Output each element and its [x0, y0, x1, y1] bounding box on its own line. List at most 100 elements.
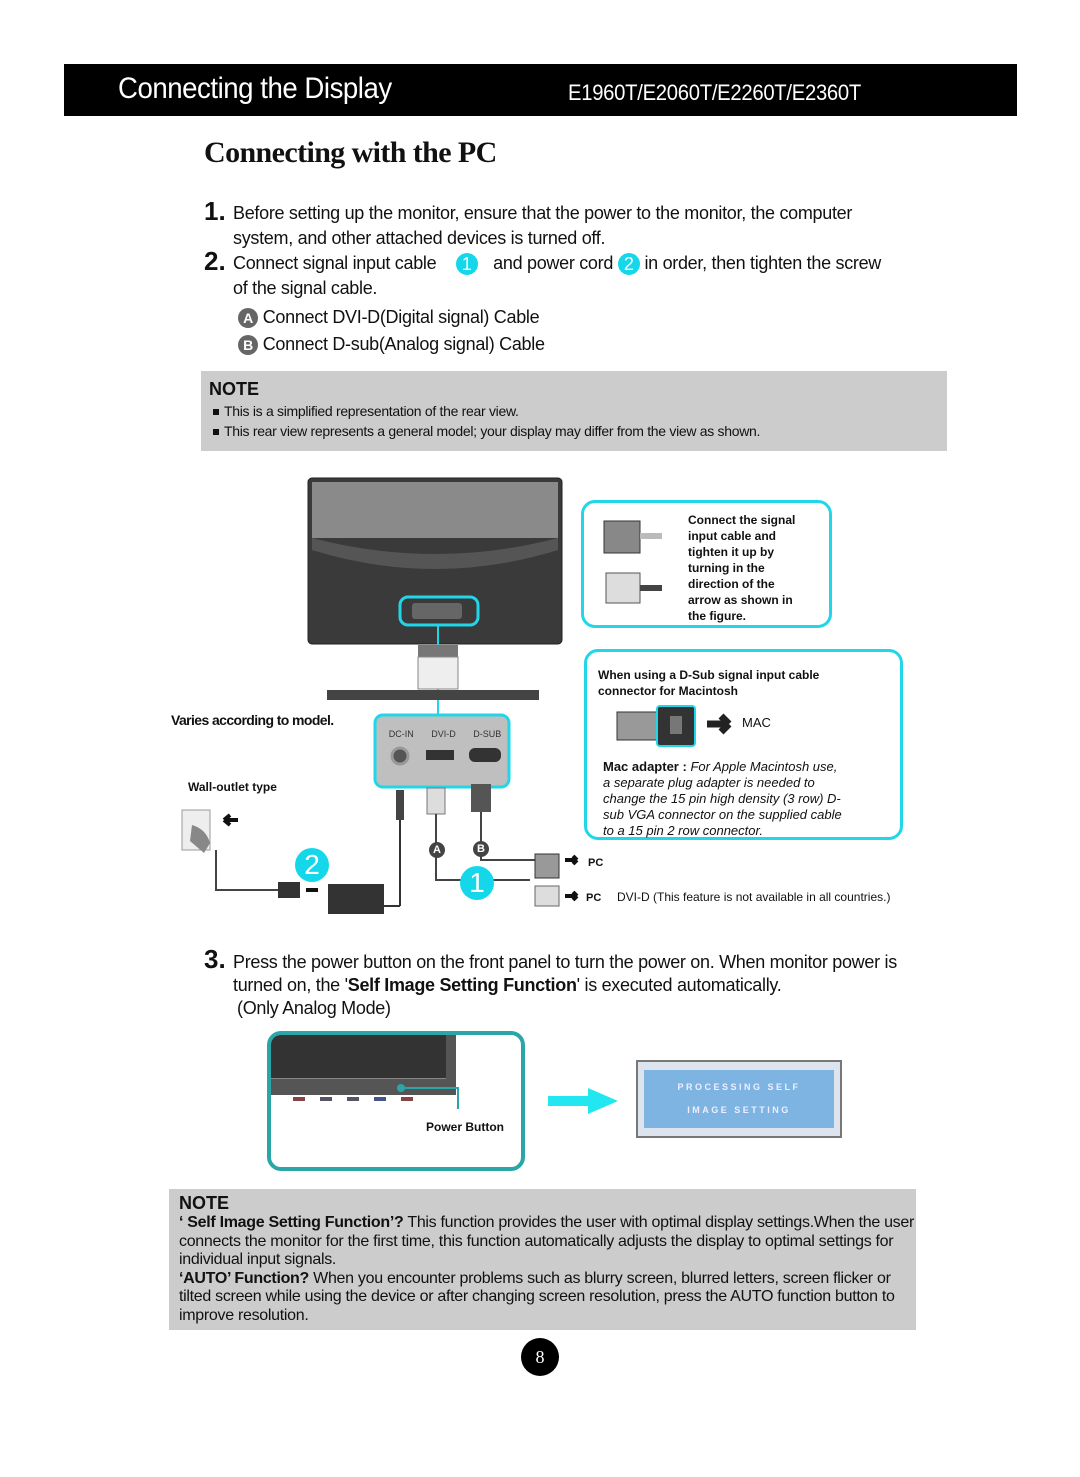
model-numbers: E1960T/E2060T/E2260T/E2360T — [568, 80, 861, 105]
arrow-right-icon — [565, 890, 579, 902]
connector-icon — [605, 572, 641, 604]
sub-item-b: B Connect D-sub(Analog signal) Cable — [238, 334, 545, 356]
monitor-screen — [271, 1035, 446, 1079]
port-cluster — [412, 603, 462, 619]
step-2-text-a: Connect signal input cable — [233, 253, 437, 273]
wall-outlet-label: Wall-outlet type — [188, 780, 277, 794]
note-heading: NOTE — [209, 379, 260, 399]
step-number: 2. — [204, 246, 226, 276]
step-3-text: turned on, the ' — [233, 975, 348, 995]
auto-function-term: ‘AUTO’ Function? — [179, 1269, 310, 1287]
connector-icon — [603, 520, 641, 554]
front-buttons — [293, 1097, 413, 1101]
note-item: This is a simplified representation of t… — [213, 403, 519, 419]
mac-adapter-line: For Apple Macintosh use, — [690, 759, 838, 774]
step-number: 1. — [204, 196, 226, 226]
mac-adapter-line: to a 15 pin 2 row connector. — [603, 823, 763, 838]
step-3-line-3: (Only Analog Mode) — [237, 998, 391, 1018]
dsub-plug — [471, 784, 491, 812]
step-2-text-c: in order, then tighten the screw — [644, 253, 881, 273]
badge-a-icon: A — [429, 842, 445, 858]
power-cord — [215, 850, 278, 891]
power-button-label: Power Button — [426, 1120, 504, 1134]
varies-label: Varies according to model. — [171, 712, 334, 728]
note-box-functions: NOTE ‘ Self Image Setting Function’? Thi… — [169, 1189, 916, 1330]
step-3-text: ' is executed automatically. — [576, 975, 782, 995]
badge-1-icon: 1 — [460, 866, 494, 900]
osd-line: IMAGE SETTING — [687, 1105, 791, 1115]
dsub-connector-icon — [616, 711, 658, 741]
pc-label-dvi: PC — [586, 892, 602, 904]
note-item: This rear view represents a general mode… — [213, 423, 760, 439]
callout-line-text: input cable and — [688, 529, 777, 543]
mac-adapter-label: Mac adapter : — [603, 759, 687, 774]
callout-line-text: the figure. — [688, 609, 747, 623]
mac-adapter-line: change the 15 pin high density (3 row) D… — [603, 791, 841, 806]
step-1-line-2: system, and other attached devices is tu… — [233, 228, 606, 248]
power-button-icon[interactable] — [397, 1084, 405, 1092]
tighten-instructions: Connect the signal input cable and tight… — [688, 512, 795, 624]
mac-heading-line: When using a D-Sub signal input cable — [598, 668, 820, 682]
section-title: Connecting with the PC — [204, 136, 497, 169]
connector-screw-illustration — [603, 520, 662, 604]
note-box-rear-view: NOTE This is a simplified representation… — [201, 371, 947, 451]
step-3-line-2: turned on, the 'Self Image Setting Funct… — [233, 975, 782, 996]
mac-adapter-line: a separate plug adapter is needed to — [603, 775, 815, 790]
callout-line-text: direction of the — [688, 577, 775, 591]
page-number: 8 — [521, 1338, 559, 1376]
power-cord-plug — [278, 882, 300, 898]
stand-neck — [418, 645, 458, 657]
dvi-availability-note: DVI-D (This feature is not available in … — [617, 890, 891, 904]
port-labels: DC-IN DVI-D D-SUB — [380, 729, 510, 739]
callout-line-text: tighten it up by — [688, 545, 774, 559]
monitor-back-top — [312, 482, 558, 538]
port-label-dc-in: DC-IN — [388, 729, 414, 739]
bullet-icon — [213, 429, 219, 436]
note-heading: NOTE — [179, 1193, 230, 1213]
osd-message-window: PROCESSING SELF IMAGE SETTING — [636, 1060, 842, 1138]
sub-item-a: A Connect DVI-D(Digital signal) Cable — [238, 307, 540, 329]
mac-adapter-callout: When using a D-Sub signal input cable co… — [584, 649, 903, 840]
badge-1-icon: 1 — [455, 253, 478, 276]
port-label-dvi-d: DVI-D — [431, 729, 456, 739]
mac-heading-line: connector for Macintosh — [598, 684, 739, 698]
pc-label-dsub: PC — [588, 857, 604, 869]
arrow-right-icon — [565, 854, 579, 866]
stand-base — [327, 690, 539, 700]
power-button-illustration: Power Button — [267, 1031, 525, 1171]
dvi-d-port — [426, 750, 454, 760]
dc-in-port — [390, 746, 410, 766]
dvi-plug — [426, 787, 446, 815]
badge-a-icon: A — [238, 308, 258, 329]
badge-2-icon: 2 — [295, 848, 329, 882]
badge-b-icon: B — [473, 841, 489, 857]
dc-plug — [396, 790, 404, 820]
step-3: 3. — [204, 944, 226, 975]
callout-line-text: Connect the signal — [688, 513, 796, 527]
note-body: ‘ Self Image Setting Function’? This fun… — [179, 1214, 914, 1325]
page-header-title: Connecting the Display — [118, 72, 392, 105]
note-item-text: This rear view represents a general mode… — [224, 423, 761, 439]
self-image-setting-term: ‘ Self Image Setting Function’? — [179, 1214, 404, 1231]
power-adapter — [328, 884, 384, 914]
stand-column — [417, 656, 459, 690]
dvi-connector-icon — [534, 885, 560, 907]
mac-adapter-illustration — [616, 705, 732, 747]
tighten-callout: Connect the signal input cable and tight… — [581, 500, 832, 628]
sub-item-a-text: Connect DVI-D(Digital signal) Cable — [262, 307, 540, 327]
mac-adapter-text: Mac adapter : For Apple Macintosh use, a… — [603, 759, 842, 839]
osd-line: PROCESSING SELF — [677, 1082, 801, 1092]
self-image-setting-term: Self Image Setting Function — [347, 975, 577, 995]
sub-item-b-text: Connect D-sub(Analog signal) Cable — [262, 334, 545, 354]
step-2-line-1: Connect signal input cable 1 and power c… — [233, 253, 881, 276]
step-2-line-2: of the signal cable. — [233, 278, 378, 298]
arrow-right-icon — [707, 713, 732, 735]
osd-message: PROCESSING SELF IMAGE SETTING — [644, 1070, 834, 1128]
step-2: 2. — [204, 246, 226, 277]
callout-line-text: arrow as shown in — [688, 593, 793, 607]
badge-b-icon: B — [238, 335, 258, 356]
arrow-left-icon — [222, 813, 238, 827]
step-number: 3. — [204, 944, 226, 974]
callout-line-text: turning in the — [688, 561, 765, 575]
bullet-icon — [213, 409, 219, 416]
